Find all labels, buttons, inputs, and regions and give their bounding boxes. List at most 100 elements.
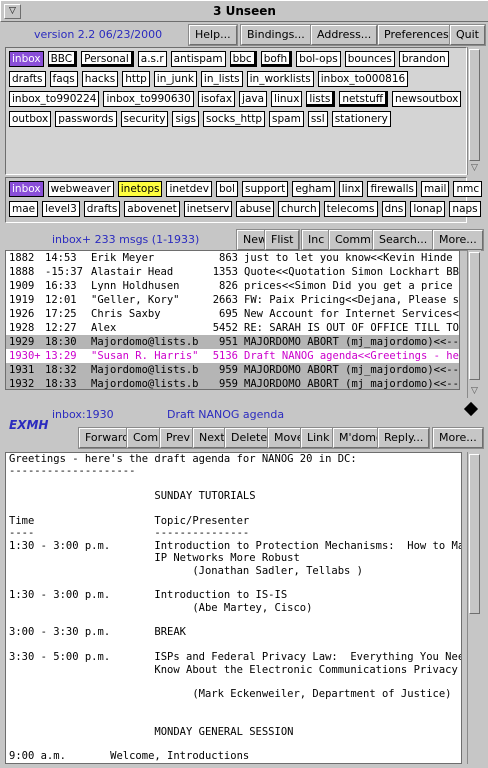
search-button[interactable]: Search... <box>373 230 434 250</box>
folder-button-bbc[interactable]: BBC <box>47 51 78 67</box>
folder-button-inetops[interactable]: inetops <box>117 181 163 197</box>
folder-button-sigs[interactable]: sigs <box>172 111 199 127</box>
message-size: 951 <box>219 336 238 348</box>
folder-button-abovenet[interactable]: abovenet <box>124 201 180 217</box>
folder-button-inbox-to000816[interactable]: inbox_to000816 <box>317 71 409 87</box>
folder-button-bounces[interactable]: bounces <box>344 51 395 67</box>
folder-button-support[interactable]: support <box>241 181 289 197</box>
folder-button-bofh[interactable]: bofh <box>260 51 293 67</box>
message-row[interactable]: 1928 12:27 Alex 5452 RE: SARAH IS OUT OF OF… <box>6 321 459 335</box>
folder-button-brandon[interactable]: brandon <box>398 51 449 67</box>
message-row[interactable]: 1930+ 13:29 "Susan R. Harris" 5136 Draft NAN… <box>6 349 459 363</box>
message-list[interactable]: 1882 14:53 Erik Meyer 863 just to let you k… <box>5 250 460 390</box>
folder-button-outbox[interactable]: outbox <box>9 111 52 127</box>
message-row[interactable]: 1926 17:25 Chris Saxby 695 New Account for … <box>6 307 459 321</box>
folder-button-isofax[interactable]: isofax <box>197 91 236 107</box>
folder-scrollbar[interactable]: ▽ <box>467 47 481 175</box>
folder-button-bbc[interactable]: bbc <box>229 51 257 67</box>
scroll-down-arrow-icon[interactable]: ▽ <box>468 162 481 175</box>
body-scroll-thumb[interactable] <box>469 454 480 614</box>
folder-button-mail[interactable]: mail <box>420 181 450 197</box>
folder-button-dns[interactable]: dns <box>381 201 407 217</box>
folder-button-inbox[interactable]: inbox <box>9 181 44 197</box>
folder-button-bol-ops[interactable]: bol-ops <box>296 51 341 67</box>
message-row[interactable]: 1888 -15:37 Alastair Head 1353 Quote<<Quota… <box>6 265 459 279</box>
folder-button-egham[interactable]: egham <box>292 181 335 197</box>
folder-button-naps[interactable]: naps <box>449 201 481 217</box>
folder-button-lists[interactable]: lists <box>306 91 336 107</box>
body-line: Know About the Electronic Communications… <box>9 663 462 676</box>
folder-button-newsoutbox[interactable]: newsoutbox <box>392 91 462 107</box>
folder-button-stationery[interactable]: stationery <box>331 111 391 127</box>
message-row[interactable]: 1929 18:30 Majordomo@lists.b 951 MAJORDOMO … <box>6 335 459 349</box>
folder-button-inetdev[interactable]: inetdev <box>166 181 212 197</box>
message-size: 5452 <box>212 322 238 334</box>
folder-button-drafts[interactable]: drafts <box>83 201 121 217</box>
folder-button-in-lists[interactable]: in_lists <box>200 71 243 87</box>
message-row[interactable]: 1931 18:32 Majordomo@lists.b 959 MAJORDOMO … <box>6 363 459 377</box>
folder-button-inbox-to990630[interactable]: inbox_to990630 <box>103 91 194 107</box>
inc-button[interactable]: Inc <box>302 230 331 250</box>
folder-button-telecoms[interactable]: telecoms <box>323 201 378 217</box>
scroll-down-arrow-icon[interactable]: ▽ <box>468 385 481 398</box>
message-from: Majordomo@lists.b <box>91 336 199 348</box>
folder-button-inetserv[interactable]: inetserv <box>183 201 233 217</box>
folder-button-antispam[interactable]: antispam <box>170 51 226 67</box>
folder-button-linux[interactable]: linux <box>271 91 303 107</box>
message-scroll-thumb[interactable] <box>469 252 480 380</box>
message-row[interactable]: 1882 14:53 Erik Meyer 863 just to let you k… <box>6 251 459 265</box>
folder-button-http[interactable]: http <box>122 71 150 87</box>
folder-button-socks-http[interactable]: socks_http <box>202 111 266 127</box>
folder-button-abuse[interactable]: abuse <box>236 201 275 217</box>
quit-button[interactable]: Quit <box>450 25 485 45</box>
link-button[interactable]: Link <box>301 428 336 448</box>
body-line <box>6 701 461 713</box>
flist-button[interactable]: Flist <box>265 230 300 250</box>
message-size: 2663 <box>212 294 238 306</box>
message-row[interactable]: 1932 18:33 Majordomo@lists.b 959 MAJORDOMO … <box>6 377 459 389</box>
message-row[interactable]: 1909 16:33 Lynn Holdhusen 826 prices<<Simon… <box>6 279 459 293</box>
reply-button[interactable]: Reply... <box>378 428 430 448</box>
folder-button-lonap[interactable]: lonap <box>410 201 446 217</box>
help-button[interactable]: Help... <box>189 25 237 45</box>
delete-button[interactable]: Delete <box>225 428 274 448</box>
folder-button-spam[interactable]: spam <box>269 111 304 127</box>
folder-button-linx[interactable]: linx <box>338 181 364 197</box>
folder-button-hacks[interactable]: hacks <box>81 71 119 87</box>
folder-button-personal[interactable]: Personal <box>81 51 134 67</box>
bindings-button[interactable]: Bindings... <box>241 25 311 45</box>
folder-button-inbox-to990224[interactable]: inbox_to990224 <box>9 91 100 107</box>
folder-button-a-s-r[interactable]: a.s.r <box>137 51 167 67</box>
folder-button-security[interactable]: security <box>120 111 169 127</box>
address-button[interactable]: Address... <box>311 25 378 45</box>
folder-button-in-junk[interactable]: in_junk <box>153 71 197 87</box>
message-body-scrollbar[interactable] <box>467 452 481 764</box>
folder-more-button[interactable]: More... <box>433 230 483 250</box>
message-list-scrollbar[interactable]: ▽ <box>467 250 481 398</box>
message-row[interactable]: 1919 12:01 "Geller, Kory" 2663 FW: Paix Pri… <box>6 293 459 307</box>
folder-button-church[interactable]: church <box>278 201 320 217</box>
message-more-button[interactable]: More... <box>433 428 483 448</box>
message-time: 12:27 <box>45 322 77 334</box>
folder-button-passwords[interactable]: passwords <box>55 111 117 127</box>
folders_top-row: drafts faqs hacks http in_junk in_lists in_wor… <box>9 71 409 88</box>
folder-button-bol[interactable]: bol <box>215 181 238 197</box>
folder-button-netstuff[interactable]: netstuff <box>339 91 389 107</box>
body-line: 9:00 a.m. Welcome, Introductions <box>9 750 250 763</box>
prev-button[interactable]: Prev <box>160 428 196 448</box>
folder-button-inbox[interactable]: inbox <box>9 51 44 67</box>
preferences-button[interactable]: Preferences <box>378 25 455 45</box>
folder-button-level3[interactable]: level3 <box>42 201 80 217</box>
folder-button-ssl[interactable]: ssl <box>307 111 328 127</box>
folder-button-firewalls[interactable]: firewalls <box>367 181 417 197</box>
folder-button-in-worklists[interactable]: in_worklists <box>246 71 314 87</box>
folder-button-mae[interactable]: mae <box>9 201 39 217</box>
folder-button-nmc[interactable]: nmc <box>453 181 483 197</box>
folder-button-webweaver[interactable]: webweaver <box>47 181 114 197</box>
folder-button-faqs[interactable]: faqs <box>49 71 78 87</box>
folder-button-drafts[interactable]: drafts <box>9 71 46 87</box>
message-from: "Geller, Kory" <box>91 294 180 306</box>
message-body[interactable]: Greetings - here's the draft agenda for … <box>5 452 462 764</box>
folder-button-java[interactable]: java <box>239 91 268 107</box>
folder-scroll-thumb[interactable] <box>469 49 480 161</box>
